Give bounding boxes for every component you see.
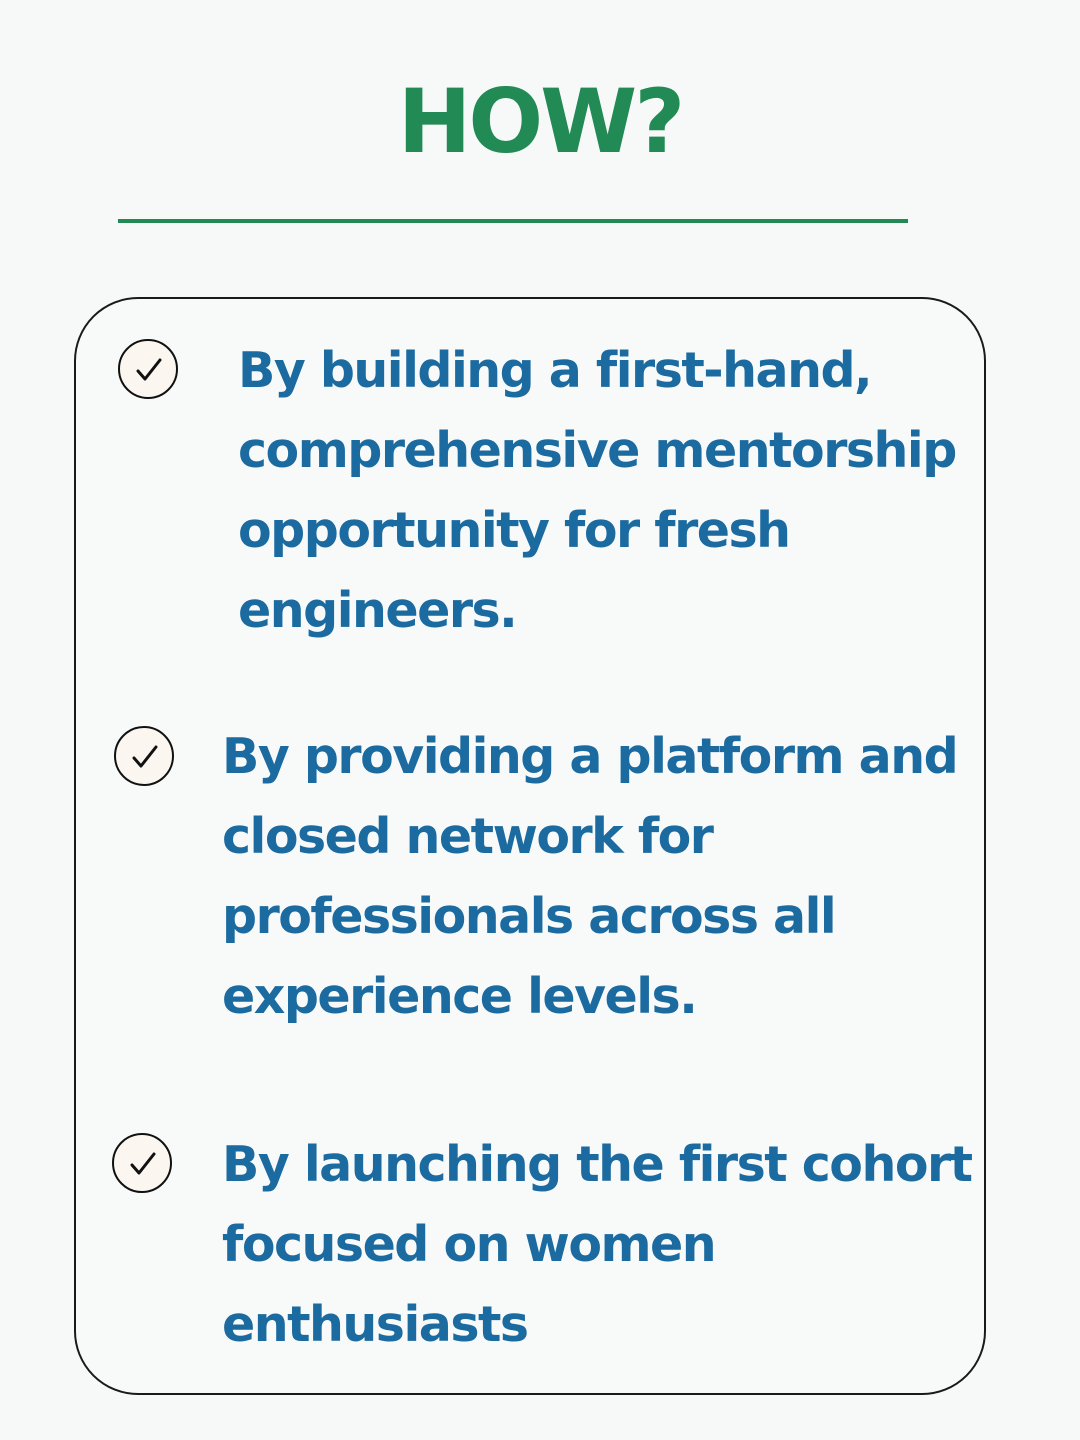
check-circle-icon [112, 1133, 172, 1193]
checkmark-icon [130, 1152, 156, 1175]
title-divider [118, 219, 908, 223]
check-circle-icon [118, 339, 178, 399]
list-item-text: By launching the first cohort focused on… [222, 1136, 973, 1353]
check-circle-icon [114, 726, 174, 786]
list-item-text: By providing a platform and closed netwo… [222, 728, 959, 1025]
page-title: HOW? [397, 70, 686, 173]
list-item-text: By building a first-hand, comprehensive … [238, 342, 957, 639]
reasons-card: By building a first-hand, comprehensive … [74, 297, 986, 1395]
checkmark-icon [136, 358, 162, 381]
checkmark-icon [132, 745, 158, 768]
